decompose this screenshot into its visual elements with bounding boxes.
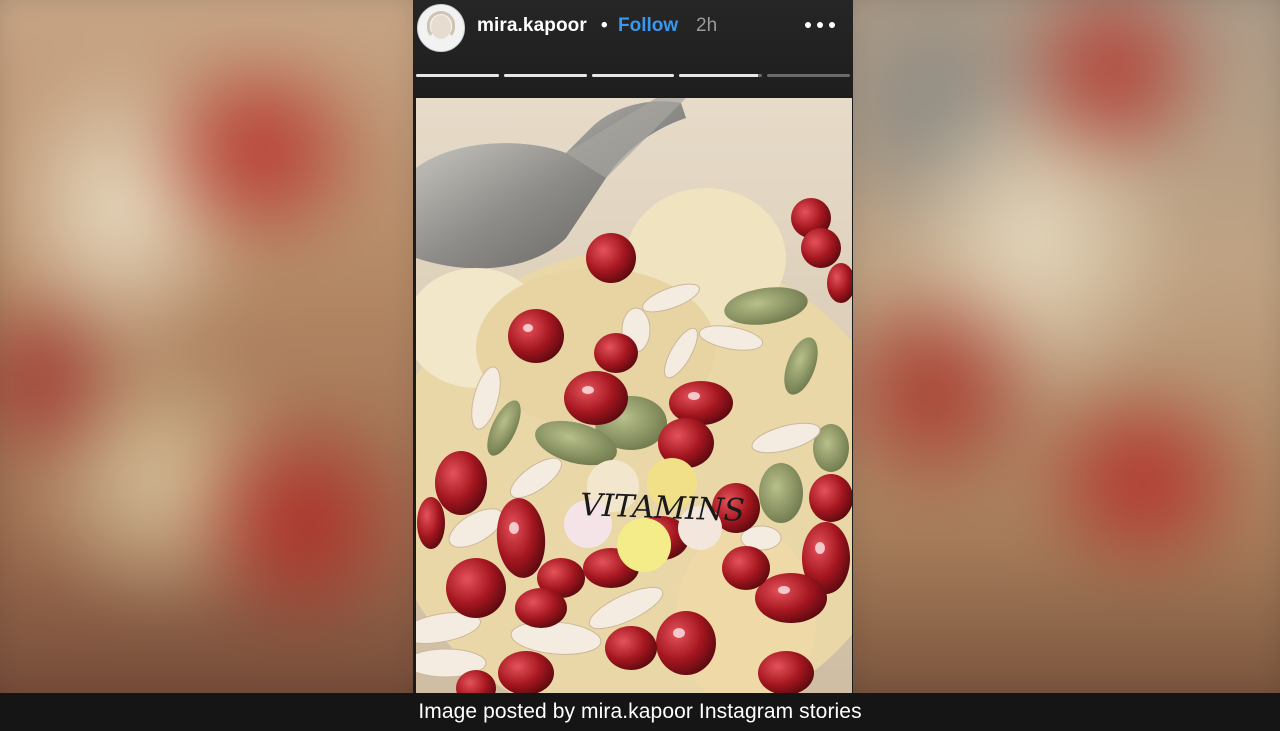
progress-segment — [679, 74, 763, 77]
progress-segment — [767, 74, 850, 77]
image-caption: Image posted by mira.kapoor Instagram st… — [418, 700, 862, 723]
vitamins-sticker-text: VITAMINS — [579, 487, 745, 529]
follow-button[interactable]: Follow — [618, 15, 678, 37]
story-viewer: mira.kapoor • Follow 2h VITAMINS — [413, 0, 853, 693]
blurred-backdrop-left — [0, 0, 413, 693]
story-progress-bar — [416, 74, 850, 79]
progress-segment — [591, 74, 675, 77]
more-options-icon[interactable] — [805, 18, 837, 32]
separator-dot: • — [601, 15, 608, 36]
story-media[interactable]: VITAMINS — [416, 98, 852, 693]
username-link[interactable]: mira.kapoor — [477, 15, 587, 37]
food-bowl-photo — [416, 98, 852, 693]
post-age: 2h — [696, 15, 718, 36]
progress-segment — [503, 74, 587, 77]
progress-segment — [416, 74, 499, 77]
profile-avatar[interactable] — [417, 4, 465, 52]
blurred-backdrop-right — [853, 0, 1280, 693]
story-header: mira.kapoor • Follow 2h — [413, 0, 853, 96]
caption-bar: Image posted by mira.kapoor Instagram st… — [0, 693, 1280, 731]
